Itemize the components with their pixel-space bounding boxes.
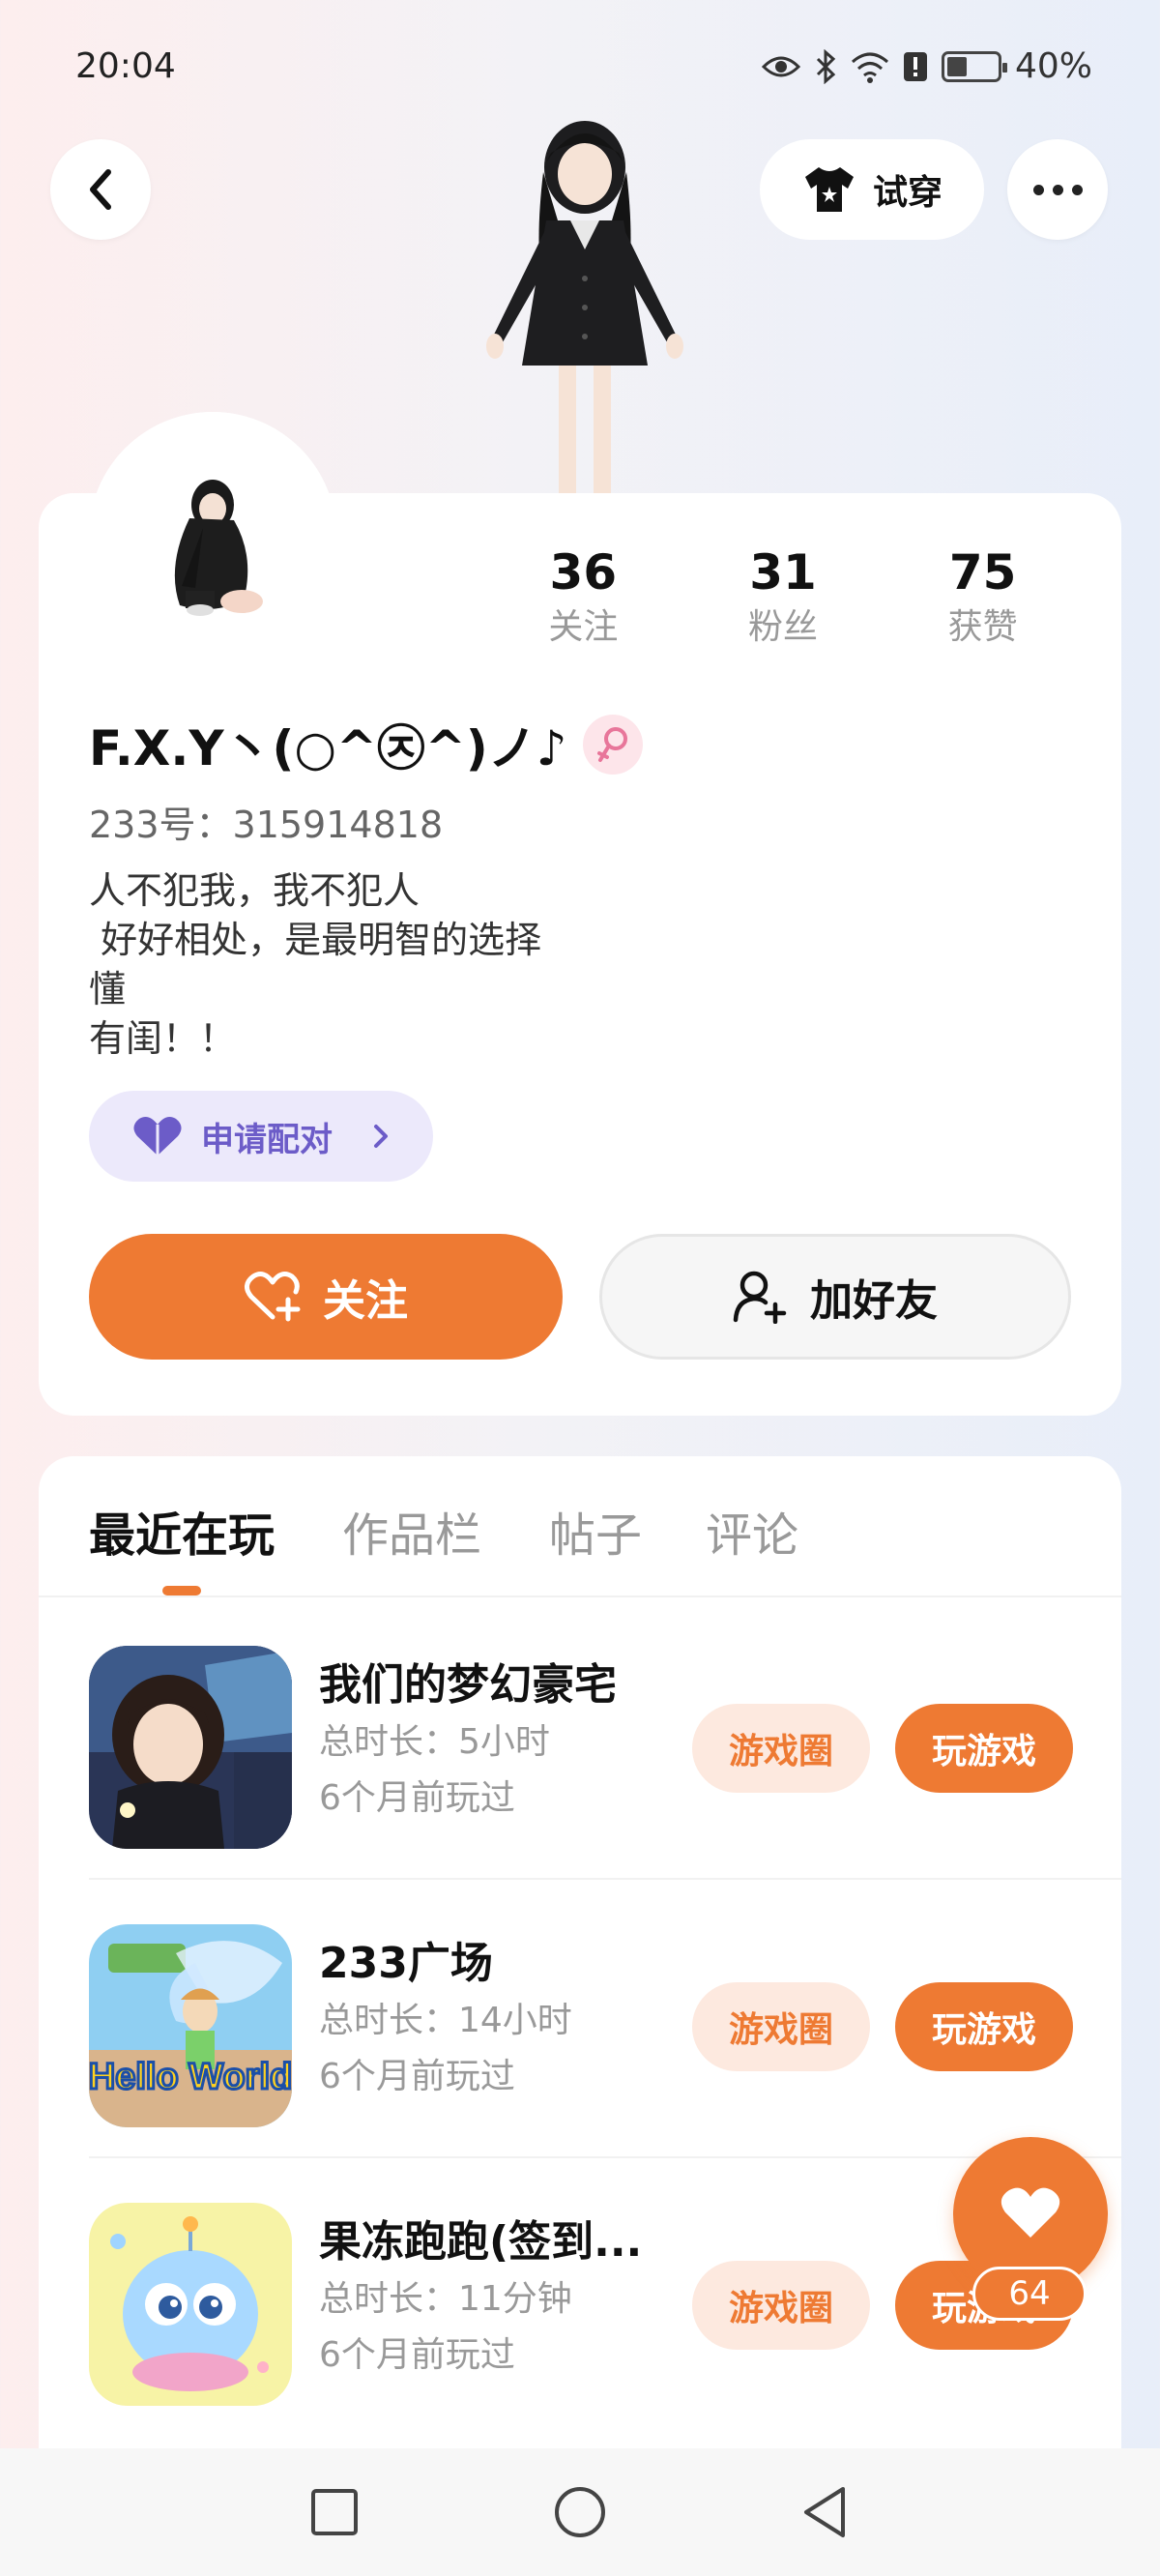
avatar-image — [89, 412, 336, 659]
stat-number: 31 — [749, 544, 817, 600]
request-pair-button[interactable]: 申请配对 — [89, 1091, 433, 1182]
stat-label: 关注 — [548, 607, 619, 647]
game-duration: 总时长：5小时 — [319, 1722, 550, 1762]
tshirt-icon — [804, 167, 854, 212]
avatar[interactable] — [89, 412, 336, 659]
game-circle-button[interactable]: 游戏圈 — [692, 1982, 870, 2071]
wifi-icon — [851, 52, 888, 83]
list-item[interactable]: 我们的梦幻豪宅 总时长：5小时 6个月前玩过 游戏圈 玩游戏 — [39, 1601, 1121, 1880]
status-time: 20:04 — [75, 46, 176, 86]
hello-world-text: Hello World — [89, 2057, 292, 2097]
tab-recently-played[interactable]: 最近在玩 — [89, 1497, 275, 1565]
tab-works[interactable]: 作品栏 — [342, 1497, 481, 1565]
play-game-button[interactable]: 玩游戏 — [895, 1982, 1073, 2071]
game-circle-button[interactable]: 游戏圈 — [692, 1704, 870, 1793]
stat-likes[interactable]: 75 获赞 — [883, 542, 1083, 652]
like-count-badge: 64 — [972, 2267, 1087, 2321]
game-icon — [89, 2203, 292, 2406]
try-on-label: 试穿 — [872, 173, 942, 213]
alert-icon — [903, 51, 927, 81]
game-name: 果冻跑跑(签到... — [319, 2217, 643, 2267]
game-last-played: 6个月前玩过 — [319, 2335, 515, 2375]
home-icon[interactable] — [551, 2483, 609, 2541]
game-name: 233广场 — [319, 1939, 493, 1988]
heart-plus-icon — [245, 1272, 301, 1322]
chevron-right-icon — [374, 1125, 388, 1148]
gender-badge — [582, 715, 643, 775]
follow-label: 关注 — [323, 1276, 408, 1326]
bio: 人不犯我，我不犯人 好好相处，是最明智的选择 懂 有闺！！ — [89, 869, 542, 1060]
heart-icon — [1000, 2187, 1060, 2238]
system-nav-bar — [0, 2448, 1160, 2576]
nickname: F.X.Y丶(○^㉨^)ノ♪ — [89, 720, 567, 776]
eye-icon — [761, 56, 800, 76]
recent-apps-icon[interactable] — [305, 2483, 363, 2541]
list-item[interactable]: Hello World 233广场 总时长：14小时 6个月前玩过 游戏圈 玩游… — [39, 1880, 1121, 2158]
stat-number: 75 — [948, 544, 1017, 600]
more-button[interactable] — [1007, 139, 1108, 240]
tab-divider — [39, 1595, 1121, 1597]
stat-label: 粉丝 — [748, 607, 819, 647]
stat-followers[interactable]: 31 粉丝 — [683, 542, 884, 652]
follow-button[interactable]: 关注 — [89, 1234, 563, 1360]
add-friend-button[interactable]: 加好友 — [599, 1234, 1071, 1360]
back-arrow-icon — [90, 169, 111, 210]
more-dots-icon — [1032, 184, 1083, 195]
bluetooth-icon — [816, 48, 836, 84]
battery-icon — [941, 50, 1007, 82]
battery-percent: 40% — [1014, 46, 1092, 86]
try-on-button[interactable]: 试穿 — [760, 139, 984, 240]
game-circle-button[interactable]: 游戏圈 — [692, 2261, 870, 2350]
heart-pair-icon — [133, 1117, 182, 1156]
game-icon — [89, 1646, 292, 1849]
game-name: 我们的梦幻豪宅 — [319, 1660, 617, 1710]
game-last-played: 6个月前玩过 — [319, 2057, 515, 2096]
nickname-row: F.X.Y丶(○^㉨^)ノ♪ — [89, 710, 643, 779]
game-duration: 总时长：11分钟 — [319, 2279, 572, 2319]
stats-row: 36 关注 31 粉丝 75 获赞 — [483, 542, 1083, 652]
stat-number: 36 — [549, 544, 618, 600]
back-button[interactable] — [50, 139, 151, 240]
tab-comments[interactable]: 评论 — [706, 1497, 798, 1565]
stat-label: 获赞 — [947, 607, 1018, 647]
request-pair-label: 申请配对 — [201, 1120, 333, 1159]
game-icon: Hello World — [89, 1924, 292, 2127]
play-game-button[interactable]: 玩游戏 — [895, 1704, 1073, 1793]
add-friend-label: 加好友 — [810, 1276, 938, 1326]
tab-posts[interactable]: 帖子 — [549, 1497, 642, 1565]
female-icon — [596, 727, 627, 762]
add-user-icon — [733, 1271, 787, 1324]
stat-following[interactable]: 36 关注 — [483, 542, 683, 652]
back-nav-icon[interactable] — [797, 2483, 855, 2541]
tab-indicator — [162, 1586, 201, 1595]
game-duration: 总时长：14小时 — [319, 2001, 572, 2040]
game-last-played: 6个月前玩过 — [319, 1778, 515, 1818]
character-figure — [486, 121, 683, 501]
status-icons: 40% — [761, 46, 1092, 86]
user-id: 233号：315914818 — [89, 804, 444, 846]
